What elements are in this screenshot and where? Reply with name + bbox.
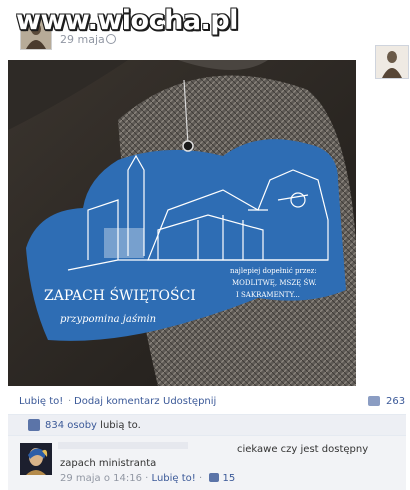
like-link[interactable]: Lubię to!	[19, 396, 63, 407]
comment-meta: 29 maja o 14:16 · Lubię to! · 15	[60, 473, 236, 484]
likers-link[interactable]: 834 osoby	[45, 420, 97, 431]
tag-side-1: najlepiej dopełnić przez:	[230, 267, 317, 275]
tag-subtitle: przypomina jaśmin	[60, 314, 156, 325]
comment-text-line1: ciekawe czy jest dostępny	[237, 444, 369, 455]
comment-like-link[interactable]: Lubię to!	[152, 473, 196, 484]
likes-summary: 834 osoby lubią to.	[8, 414, 406, 435]
comment-time[interactable]: 29 maja o 14:16	[60, 473, 142, 484]
comment-count-icon	[368, 396, 380, 406]
comment-like-count[interactable]: 15	[223, 473, 236, 484]
thumbs-up-icon	[28, 419, 40, 431]
add-comment-link[interactable]: Dodaj komentarz	[74, 396, 159, 407]
likes-suffix: lubią to.	[100, 420, 141, 431]
tag-side-2: MODLITWĘ, MSZĘ ŚW.	[232, 278, 317, 287]
share-link[interactable]: Udostępnij	[163, 396, 216, 407]
tag-side-3: I SAKRAMENTY...	[236, 291, 300, 299]
separator: ·	[157, 396, 161, 407]
comment-count[interactable]: 263	[386, 396, 405, 407]
redacted-name	[58, 442, 188, 449]
side-thumbnail[interactable]	[375, 45, 409, 79]
thumbs-up-icon	[209, 473, 220, 482]
site-watermark: www.wiocha.pl	[16, 5, 238, 36]
post-actions: Lubię to! · Dodaj komentarz · Udostępnij…	[8, 390, 406, 412]
tag-title: ZAPACH ŚWIĘTOŚCI	[44, 286, 196, 304]
comment-text-line2: zapach ministranta	[60, 458, 157, 469]
comment: ciekawe czy jest dostępny zapach ministr…	[8, 435, 406, 490]
commenter-name[interactable]	[58, 442, 238, 452]
commenter-avatar[interactable]	[20, 443, 52, 475]
post-photo[interactable]: ZAPACH ŚWIĘTOŚCI przypomina jaśmin najle…	[8, 60, 356, 386]
separator: ·	[68, 396, 72, 407]
